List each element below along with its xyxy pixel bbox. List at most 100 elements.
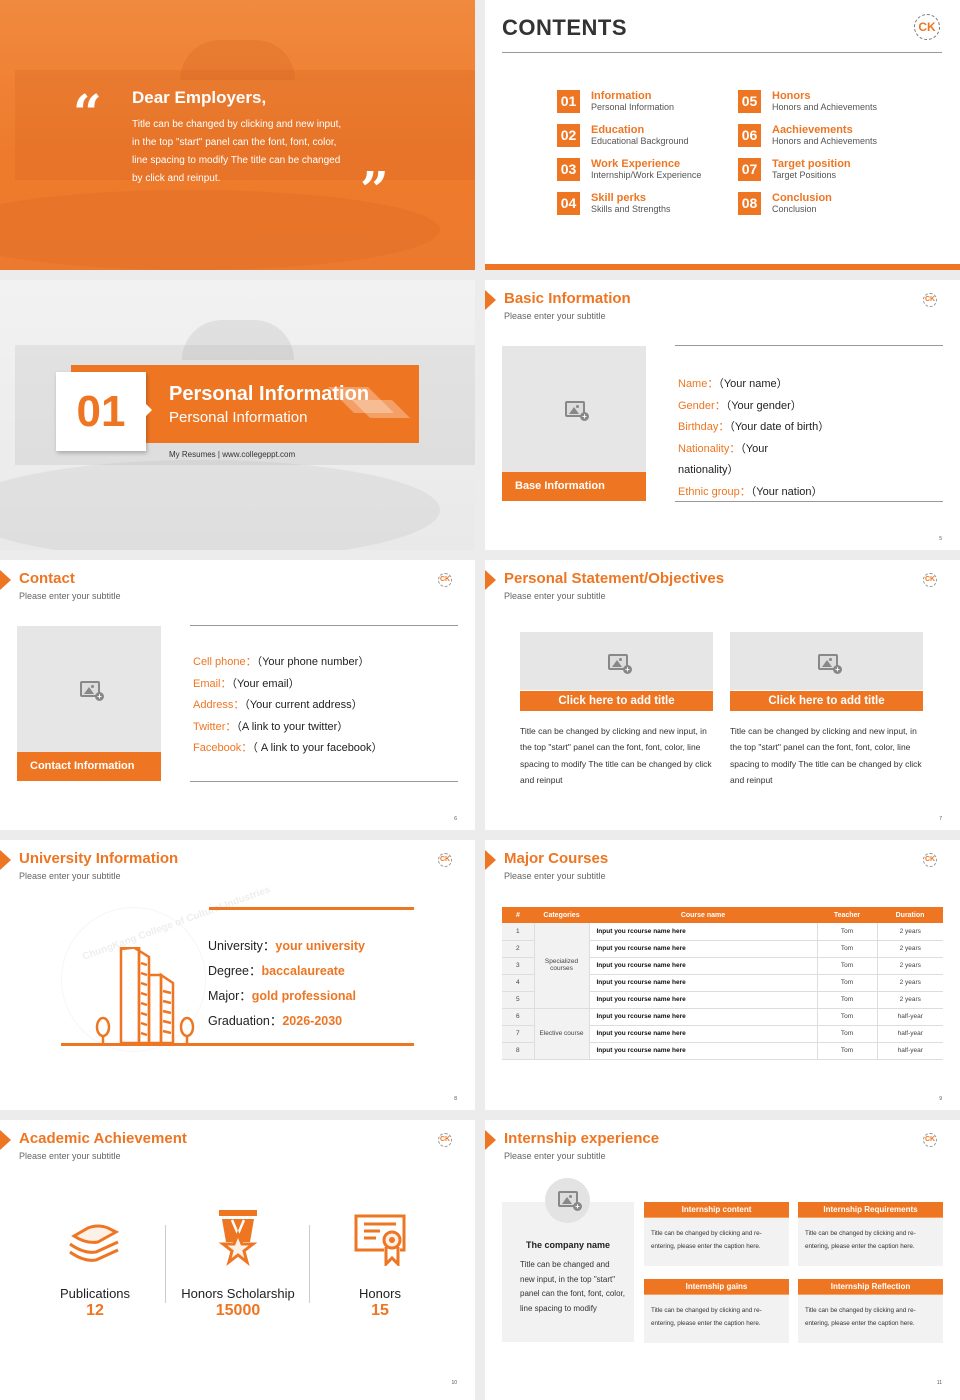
section-subtitle[interactable]: Personal Information	[169, 409, 307, 426]
contents-item[interactable]: 07 Target position Target Positions	[738, 158, 919, 181]
contents-item[interactable]: 03 Work Experience Internship/Work Experie…	[557, 158, 738, 181]
slide-title[interactable]: Contact	[19, 570, 75, 587]
field-row[interactable]: Nationality：（Your	[678, 439, 829, 461]
slide-basic-information[interactable]: Basic Information Please enter your subt…	[485, 280, 960, 550]
course-name: Input you rcourse name here	[589, 1025, 818, 1043]
slide-university-information[interactable]: University Information Please enter your…	[0, 840, 475, 1110]
slide-title[interactable]: Basic Information	[504, 290, 631, 307]
duration: 2 years	[877, 974, 943, 992]
photo-placeholder[interactable]: Contact Information	[17, 626, 161, 781]
slide-major-courses[interactable]: Major Courses Please enter your subtitle…	[485, 840, 960, 1110]
insert-image-icon[interactable]	[565, 401, 589, 421]
field-row[interactable]: Facebook：（ A link to your facebook）	[193, 738, 383, 760]
row-number: 6	[502, 1008, 535, 1026]
insert-image-icon[interactable]	[818, 654, 842, 674]
item-number: 04	[557, 192, 580, 215]
item-title: Information	[591, 90, 652, 102]
photo-placeholder[interactable]	[520, 632, 713, 690]
contents-title[interactable]: CONTENTS	[502, 15, 627, 41]
slide-personal-statement[interactable]: Personal Statement/Objectives Please ent…	[485, 560, 960, 830]
field-value: 2026-2030	[282, 1014, 343, 1028]
field-row[interactable]: Twitter：（A link to your twitter）	[193, 717, 383, 739]
box-text[interactable]: Title can be changed by clicking and re-…	[798, 1295, 943, 1330]
photo-placeholder[interactable]	[730, 632, 923, 690]
field-row[interactable]: Birthday：（Your date of birth）	[678, 417, 829, 439]
field-row[interactable]: Name：（Your name）	[678, 374, 829, 396]
item-title: Education	[591, 124, 645, 136]
field-label: Cell phone：	[193, 656, 257, 668]
box-title[interactable]: Internship gains	[644, 1279, 789, 1295]
slide-internship-experience[interactable]: Internship experience Please enter your …	[485, 1120, 960, 1400]
contents-item[interactable]: 05 Honors Honors and Achievements	[738, 90, 919, 113]
contents-item[interactable]: 01 Information Personal Information	[557, 90, 738, 113]
company-name[interactable]: The company name	[502, 1240, 634, 1250]
divider	[165, 1225, 166, 1303]
slide-subtitle[interactable]: Please enter your subtitle	[504, 311, 606, 321]
duration: half-year	[877, 1042, 943, 1060]
box-text[interactable]: Title can be changed by clicking and re-…	[798, 1218, 943, 1253]
insert-image-icon[interactable]	[80, 681, 104, 701]
field-row[interactable]: University：your university	[208, 934, 365, 959]
field-row[interactable]: nationality）	[678, 460, 829, 482]
field-row[interactable]: Cell phone：（Your phone number）	[193, 652, 383, 674]
slide-title[interactable]: Personal Statement/Objectives	[504, 570, 724, 587]
add-title-button[interactable]: Click here to add title	[520, 691, 713, 711]
slide-academic-achievement[interactable]: Academic Achievement Please enter your s…	[0, 1120, 475, 1400]
field-row[interactable]: Address：（Your current address）	[193, 695, 383, 717]
box-title[interactable]: Internship Reflection	[798, 1279, 943, 1295]
field-value: （Your current address）	[244, 699, 363, 712]
stat-publications: Publications 12	[25, 1208, 165, 1320]
field-row[interactable]: Graduation：2026-2030	[208, 1009, 365, 1034]
slide-title[interactable]: Academic Achievement	[19, 1130, 187, 1147]
item-number: 02	[557, 124, 580, 147]
slide-subtitle[interactable]: Please enter your subtitle	[504, 871, 606, 881]
slide-section[interactable]: 01 Personal Information Personal Informa…	[0, 280, 475, 550]
field-label: Email：	[193, 677, 232, 690]
contents-item[interactable]: 08 Conclusion Conclusion	[738, 192, 919, 215]
field-row[interactable]: Major：gold professional	[208, 984, 365, 1009]
header-arrow-icon	[485, 1130, 496, 1150]
field-row[interactable]: Ethnic group：（Your nation）	[678, 482, 829, 504]
slide-contact[interactable]: Contact Please enter your subtitle CK Co…	[0, 560, 475, 830]
company-description[interactable]: Title can be changed and new input, in t…	[520, 1258, 625, 1316]
box-title[interactable]: Internship content	[644, 1202, 789, 1218]
college-logo-icon: CK	[438, 1133, 452, 1147]
row-number: 2	[502, 940, 535, 958]
photo-placeholder[interactable]: Base Information	[502, 346, 646, 501]
slide-subtitle[interactable]: Please enter your subtitle	[19, 1151, 121, 1161]
slide-title[interactable]: Major Courses	[504, 850, 608, 867]
company-logo-placeholder[interactable]	[545, 1178, 590, 1223]
item-subtitle: Personal Information	[591, 102, 675, 112]
item-subtitle: Conclusion	[772, 204, 817, 214]
box-text[interactable]: Title can be changed by clicking and re-…	[644, 1218, 789, 1253]
contents-item[interactable]: 04 Skill perks Skills and Strengths	[557, 192, 738, 215]
slide-subtitle[interactable]: Please enter your subtitle	[19, 871, 121, 881]
slide-subtitle[interactable]: Please enter your subtitle	[19, 591, 121, 601]
contents-item[interactable]: 02 Education Educational Background	[557, 124, 738, 147]
add-title-button[interactable]: Click here to add title	[730, 691, 923, 711]
section-title[interactable]: Personal Information	[169, 383, 369, 406]
slide-contents[interactable]: CONTENTS CK 01 Information Personal Inform…	[485, 0, 960, 270]
slide-subtitle[interactable]: Please enter your subtitle	[504, 1151, 606, 1161]
statement-text[interactable]: Title can be changed by clicking and new…	[520, 723, 713, 788]
slide-title[interactable]: Internship experience	[504, 1130, 659, 1147]
field-value: （Your gender）	[725, 399, 802, 412]
slide-title[interactable]: University Information	[19, 850, 178, 867]
statement-text[interactable]: Title can be changed by clicking and new…	[730, 723, 923, 788]
field-row[interactable]: Gender：（Your gender）	[678, 396, 829, 418]
insert-image-icon[interactable]	[558, 1191, 582, 1211]
field-row[interactable]: Degree：baccalaureate	[208, 959, 365, 984]
field-row[interactable]: Email：（Your email）	[193, 674, 383, 696]
box-text[interactable]: Title can be changed by clicking and re-…	[644, 1295, 789, 1330]
slide-intro[interactable]: “ Dear Employers, Title can be changed b…	[0, 0, 475, 270]
table-row[interactable]: 6 Elective course Input you rcourse name h…	[502, 1008, 943, 1060]
internship-box: Internship Reflection Title can be chang…	[798, 1279, 943, 1343]
intro-body[interactable]: Title can be changed by clicking and new…	[132, 116, 342, 188]
table-row[interactable]: 1 Specialized courses Input you rcourse na…	[502, 923, 943, 1009]
contents-item[interactable]: 06 Aachievements Honors and Achievements	[738, 124, 919, 147]
box-title[interactable]: Internship Requirements	[798, 1202, 943, 1218]
insert-image-icon[interactable]	[608, 654, 632, 674]
slide-subtitle[interactable]: Please enter your subtitle	[504, 591, 606, 601]
column-header: Categories	[534, 907, 589, 923]
intro-title[interactable]: Dear Employers,	[132, 88, 266, 108]
